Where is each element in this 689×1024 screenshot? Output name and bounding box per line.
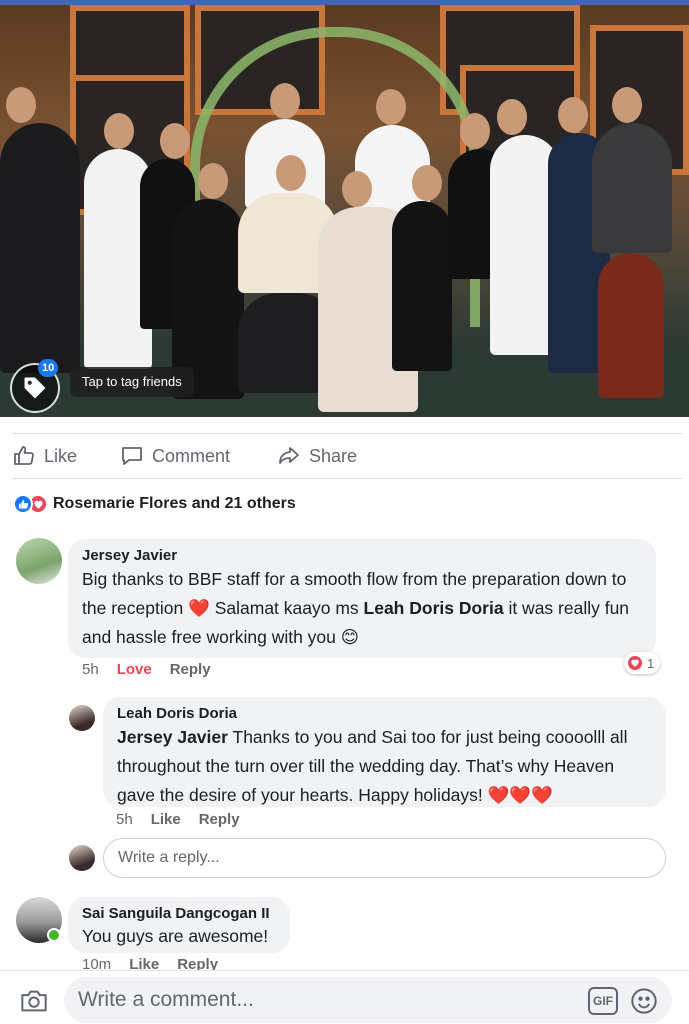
tag-icon — [24, 377, 46, 399]
tag-count-badge: 10 — [38, 359, 59, 377]
person — [598, 253, 664, 398]
person-head — [558, 97, 588, 133]
person-head — [376, 89, 406, 125]
camera-icon[interactable] — [18, 985, 50, 1017]
post-actions-bar: Like Comment Share — [12, 433, 682, 479]
person-head — [612, 87, 642, 123]
online-status-dot — [47, 928, 61, 942]
person-head — [6, 87, 36, 123]
reactions-summary[interactable]: Rosemarie Flores and 21 others — [13, 494, 296, 514]
comment-meta: 5h Like Reply — [116, 811, 240, 828]
emoji-icon[interactable] — [628, 985, 660, 1017]
smile-emoji-icon: 😊 — [340, 627, 360, 647]
person-head — [160, 123, 190, 159]
reply-button[interactable]: Reply — [199, 811, 240, 828]
comment-reaction-count[interactable]: 1 — [624, 652, 661, 674]
post-photo[interactable] — [0, 5, 689, 417]
tag-friends-tooltip[interactable]: Tap to tag friends — [70, 367, 194, 397]
like-label: Like — [44, 445, 78, 466]
comment-author[interactable]: Sai Sanguila Dangcogan II — [82, 905, 276, 923]
reactions-summary-text: Rosemarie Flores and 21 others — [53, 495, 296, 512]
reply-button[interactable]: Reply — [170, 661, 211, 678]
person — [592, 123, 672, 253]
comment-text: Big thanks to BBF staff for a smooth flo… — [82, 569, 630, 647]
share-arrow-icon — [279, 447, 299, 464]
comment-bubble: Jersey Javier Big thanks to BBF staff fo… — [68, 539, 656, 658]
person-head — [198, 163, 228, 199]
person-head — [412, 165, 442, 201]
person-head — [270, 83, 300, 119]
love-icon — [626, 654, 644, 672]
person-head — [497, 99, 527, 135]
like-comment-button[interactable]: Like — [151, 811, 181, 828]
comment-time: 5h — [82, 661, 99, 678]
person — [392, 201, 452, 371]
comment-button[interactable]: Comment — [120, 444, 230, 468]
gif-icon[interactable]: GIF — [588, 987, 618, 1015]
share-label: Share — [309, 445, 358, 466]
person-head — [104, 113, 134, 149]
speech-bubble-icon — [122, 447, 142, 465]
reply-input[interactable]: Write a reply... — [103, 838, 666, 878]
avatar[interactable] — [16, 538, 62, 584]
mention-link[interactable]: Jersey Javier — [117, 727, 228, 747]
avatar — [69, 845, 95, 871]
comment-author[interactable]: Jersey Javier — [82, 547, 642, 565]
comment-meta: 5h Love Reply — [82, 661, 211, 678]
comment-input[interactable]: Write a comment... — [64, 977, 672, 1023]
share-button[interactable]: Share — [277, 444, 357, 468]
comment-time: 5h — [116, 811, 133, 828]
person-head — [276, 155, 306, 191]
person — [0, 123, 80, 373]
comment-text: You guys are awesome! — [82, 926, 269, 946]
comment-author[interactable]: Leah Doris Doria — [117, 705, 652, 723]
thumbs-up-icon — [14, 446, 34, 465]
mention-link[interactable]: Leah Doris Doria — [364, 598, 504, 618]
person-head — [460, 113, 490, 149]
heart-emoji-icon: ❤️❤️❤️ — [487, 785, 554, 805]
person-head — [342, 171, 372, 207]
comment-text: Jersey Javier Thanks to you and Sai too … — [117, 727, 628, 805]
like-icon — [13, 494, 33, 514]
avatar[interactable] — [69, 705, 95, 731]
reply-bubble: Leah Doris Doria Jersey Javier Thanks to… — [103, 697, 666, 807]
love-reaction-button[interactable]: Love — [117, 661, 152, 678]
comment-bubble: Sai Sanguila Dangcogan II You guys are a… — [68, 897, 290, 953]
like-button[interactable]: Like — [12, 444, 77, 468]
heart-emoji-icon: ❤️ — [188, 598, 210, 618]
comment-label: Comment — [152, 445, 231, 466]
